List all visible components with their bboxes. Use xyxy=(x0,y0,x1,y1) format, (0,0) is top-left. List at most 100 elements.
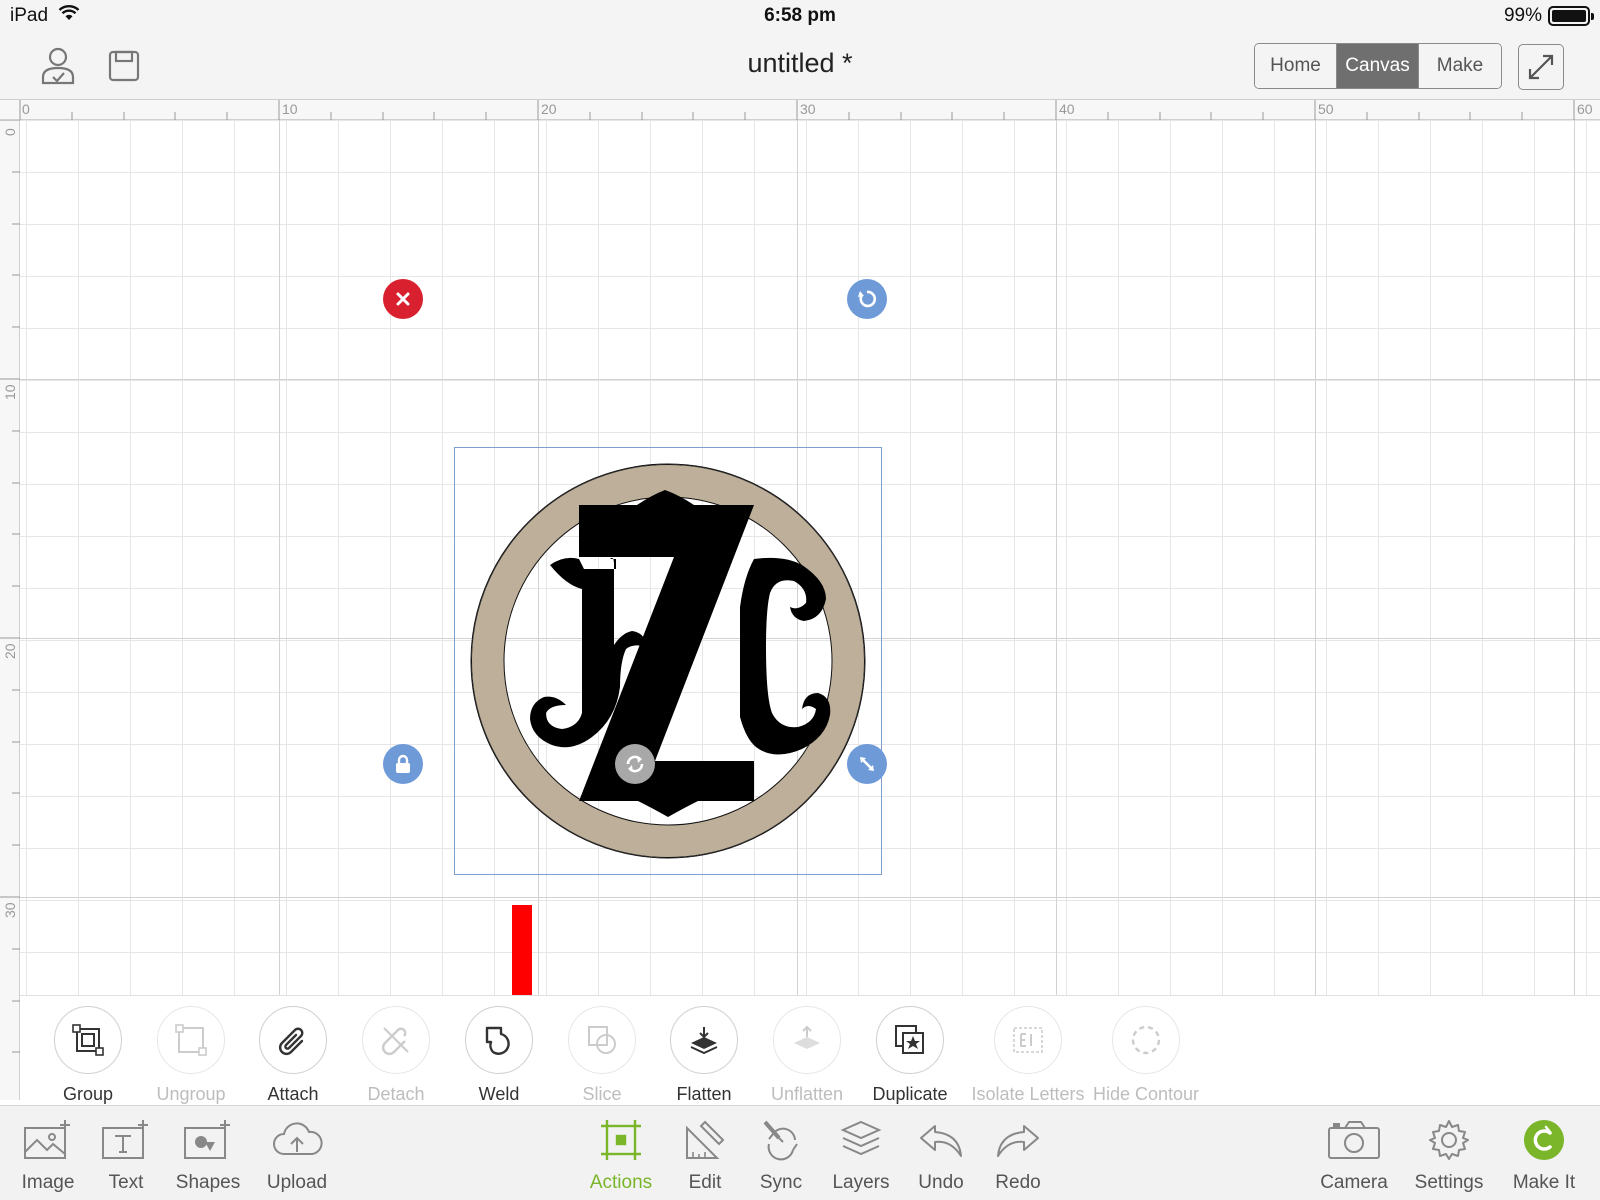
layers-button[interactable]: Layers xyxy=(816,1116,906,1194)
tab-canvas[interactable]: Canvas xyxy=(1337,44,1419,88)
shapes-label: Shapes xyxy=(175,1172,241,1193)
actions-button[interactable]: Actions xyxy=(576,1116,666,1194)
slice-label: Slice xyxy=(582,1084,622,1104)
hide-contour-icon xyxy=(1131,1025,1161,1055)
ruler-left-label: 10 xyxy=(2,384,18,400)
layers-label: Layers xyxy=(832,1172,890,1193)
sync-button[interactable]: Sync xyxy=(736,1116,826,1194)
grid-line xyxy=(20,379,1600,380)
ruler-top-label: 20 xyxy=(541,101,557,117)
grid-line xyxy=(1056,120,1057,995)
status-bar: iPad 6:58 pm 99% xyxy=(0,0,1600,32)
group-label: Group xyxy=(62,1084,114,1104)
ruler-left: 0 10 20 30 xyxy=(0,120,20,1100)
weld-icon xyxy=(485,1026,510,1055)
ruler-left-label: 0 xyxy=(2,128,18,136)
selection-bounding-box xyxy=(454,447,882,875)
detach-label: Detach xyxy=(367,1084,425,1104)
grid-line xyxy=(20,897,1600,898)
ruler-top-label: 10 xyxy=(282,101,298,117)
shapes-add-icon xyxy=(184,1120,230,1159)
battery-icon xyxy=(1548,6,1594,26)
tab-home[interactable]: Home xyxy=(1255,44,1337,88)
grid-line xyxy=(279,120,280,995)
rotate-icon xyxy=(858,290,877,308)
flatten-label: Flatten xyxy=(676,1084,732,1104)
sync-label: Sync xyxy=(759,1172,803,1193)
flatten-button[interactable]: Flatten xyxy=(649,1006,759,1105)
close-icon xyxy=(396,292,410,306)
undo-icon xyxy=(920,1125,962,1157)
slice-icon xyxy=(588,1026,616,1054)
unflatten-label: Unflatten xyxy=(770,1084,844,1104)
isolate-letters-button[interactable]: Isolate Letters xyxy=(966,1006,1090,1105)
design-space-app: iPad 6:58 pm 99% untitled * Home Canvas … xyxy=(0,0,1600,1200)
tab-make[interactable]: Make xyxy=(1419,44,1501,88)
duplicate-button[interactable]: Duplicate xyxy=(855,1006,965,1105)
upload-label: Upload xyxy=(266,1172,328,1193)
ruler-top-label: 50 xyxy=(1318,101,1334,117)
shapes-button[interactable]: Shapes xyxy=(163,1116,253,1194)
text-button[interactable]: Text xyxy=(81,1116,171,1194)
battery-fill xyxy=(1552,10,1586,22)
ruler-top-label: 40 xyxy=(1059,101,1075,117)
text-add-icon xyxy=(102,1120,148,1159)
duplicate-icon xyxy=(895,1025,924,1054)
ruler-top-label: 60 xyxy=(1577,101,1593,117)
slice-button[interactable]: Slice xyxy=(547,1006,657,1105)
delete-handle[interactable] xyxy=(383,279,423,319)
cloud-upload-icon xyxy=(273,1122,323,1155)
actions-icon xyxy=(601,1120,641,1160)
grid-line xyxy=(1574,120,1575,995)
ungroup-button[interactable]: Ungroup xyxy=(136,1006,246,1105)
redo-button[interactable]: Redo xyxy=(973,1116,1063,1194)
gear-icon xyxy=(1429,1120,1469,1160)
settings-label: Settings xyxy=(1414,1172,1484,1193)
resize-handle[interactable] xyxy=(847,744,887,784)
hide-contour-button[interactable]: Hide Contour xyxy=(1084,1006,1208,1105)
lock-handle[interactable] xyxy=(383,744,423,784)
ungroup-label: Ungroup xyxy=(156,1084,226,1104)
ruler-left-label: 30 xyxy=(2,902,18,918)
flip-handle[interactable] xyxy=(615,744,655,784)
group-button[interactable]: Group xyxy=(33,1006,143,1105)
isolate-letters-label: Isolate Letters xyxy=(971,1084,1085,1104)
weld-label: Weld xyxy=(478,1084,520,1104)
top-nav: untitled * Home Canvas Make xyxy=(0,32,1600,100)
detach-icon xyxy=(382,1027,409,1055)
settings-button[interactable]: Settings xyxy=(1404,1116,1494,1194)
make-it-icon xyxy=(1524,1120,1564,1160)
lock-icon xyxy=(396,754,410,773)
paperclip-icon xyxy=(279,1027,304,1055)
camera-button[interactable]: Camera xyxy=(1309,1116,1399,1194)
view-switcher: Home Canvas Make xyxy=(1254,43,1502,89)
hide-contour-label: Hide Contour xyxy=(1092,1084,1200,1104)
actions-panel: Group Ungroup Attach Detach Weld Slice F… xyxy=(20,995,1600,1105)
upload-button[interactable]: Upload xyxy=(252,1116,342,1194)
ruler-top-label: 0 xyxy=(22,101,30,117)
make-it-label: Make It xyxy=(1512,1172,1576,1193)
unflatten-icon xyxy=(794,1025,820,1049)
fullscreen-icon[interactable] xyxy=(1518,44,1564,90)
camera-icon xyxy=(1328,1121,1380,1159)
redo-icon xyxy=(997,1125,1039,1157)
ruler-top: 0 10 20 30 40 50 60 xyxy=(0,100,1600,120)
redo-label: Redo xyxy=(995,1172,1041,1193)
camera-label: Camera xyxy=(1320,1172,1388,1193)
attach-button[interactable]: Attach xyxy=(238,1006,348,1105)
image-button[interactable]: Image xyxy=(3,1116,93,1194)
isolate-letters-icon xyxy=(1013,1027,1043,1053)
image-label: Image xyxy=(21,1172,75,1193)
resize-icon xyxy=(860,757,874,771)
rotate-handle[interactable] xyxy=(847,279,887,319)
make-it-button[interactable]: Make It xyxy=(1499,1116,1589,1194)
unflatten-button[interactable]: Unflatten xyxy=(752,1006,862,1105)
ruler-top-label: 30 xyxy=(800,101,816,117)
clock: 6:58 pm xyxy=(764,5,836,26)
edit-ruler-icon xyxy=(686,1120,725,1159)
detach-button[interactable]: Detach xyxy=(341,1006,451,1105)
bottom-toolbar: Image Text Shapes Upload Actions Edit Sy… xyxy=(0,1105,1600,1200)
weld-button[interactable]: Weld xyxy=(444,1006,554,1105)
image-add-icon xyxy=(24,1120,70,1159)
design-canvas[interactable] xyxy=(20,120,1600,1115)
